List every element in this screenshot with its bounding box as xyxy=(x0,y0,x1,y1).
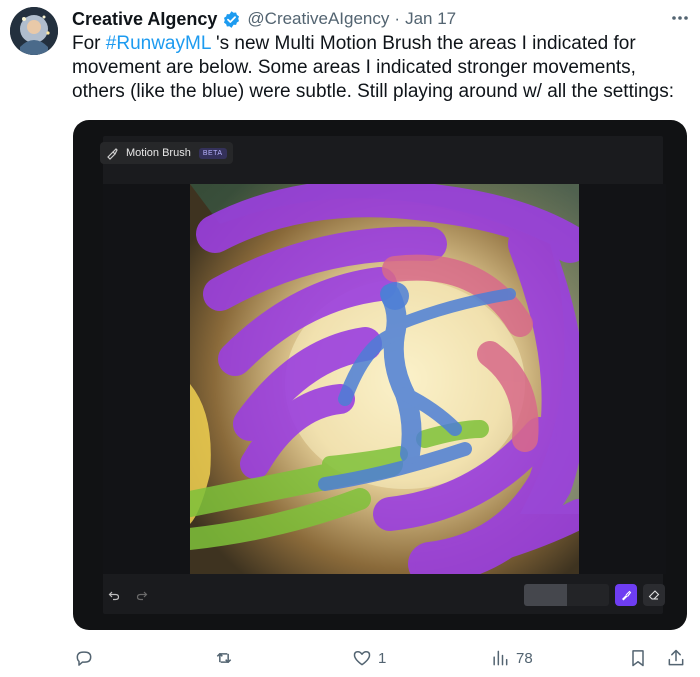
surfer-artwork xyxy=(190,184,579,574)
views-count: 78 xyxy=(516,649,533,667)
eraser-tool-button[interactable] xyxy=(643,584,665,606)
brush-tool-icon xyxy=(622,590,632,601)
views-chart-icon xyxy=(493,650,508,666)
bookmark-button[interactable] xyxy=(628,644,648,672)
redo-icon[interactable] xyxy=(131,584,153,606)
beta-badge: BETA xyxy=(198,147,227,159)
artwork-image[interactable] xyxy=(190,184,579,574)
tweet-date[interactable]: Jan 17 xyxy=(405,9,456,29)
slider-fill xyxy=(524,584,567,606)
eraser-icon xyxy=(648,590,660,600)
tweet-header: Creative AIgency @CreativeAIgency · Jan … xyxy=(72,6,690,32)
author-handle[interactable]: @CreativeAIgency xyxy=(247,9,389,29)
like-button[interactable]: 1 xyxy=(352,644,386,672)
tool-title: Motion Brush xyxy=(126,147,191,159)
avatar-image xyxy=(10,7,58,55)
brush-tool-button[interactable] xyxy=(615,584,637,606)
hashtag-link[interactable]: #RunwayML xyxy=(106,33,211,54)
tweet-text-prefix: For xyxy=(72,33,106,54)
heart-icon xyxy=(353,651,371,666)
undo-icon[interactable] xyxy=(103,584,125,606)
retweet-icon xyxy=(216,653,232,663)
bookmark-icon xyxy=(632,650,644,667)
reply-icon xyxy=(76,651,92,666)
share-button[interactable] xyxy=(666,644,686,672)
like-count: 1 xyxy=(378,649,387,667)
more-options-icon[interactable] xyxy=(670,8,690,28)
brush-strength-slider[interactable] xyxy=(524,584,609,606)
author-name[interactable]: Creative AIgency xyxy=(72,9,217,30)
tweet-text: For #RunwayML 's new Multi Motion Brush … xyxy=(72,32,694,104)
tweet-actions: 1 78 xyxy=(72,644,694,672)
verified-badge-icon xyxy=(222,10,241,29)
author-avatar[interactable] xyxy=(10,7,58,55)
views-button[interactable]: 78 xyxy=(490,644,533,672)
motion-brush-header: Motion Brush BETA xyxy=(100,142,233,164)
separator-dot: · xyxy=(394,9,401,28)
reply-button[interactable] xyxy=(74,644,100,672)
brush-icon xyxy=(104,145,120,161)
share-icon xyxy=(668,649,684,666)
retweet-button[interactable] xyxy=(214,644,240,672)
